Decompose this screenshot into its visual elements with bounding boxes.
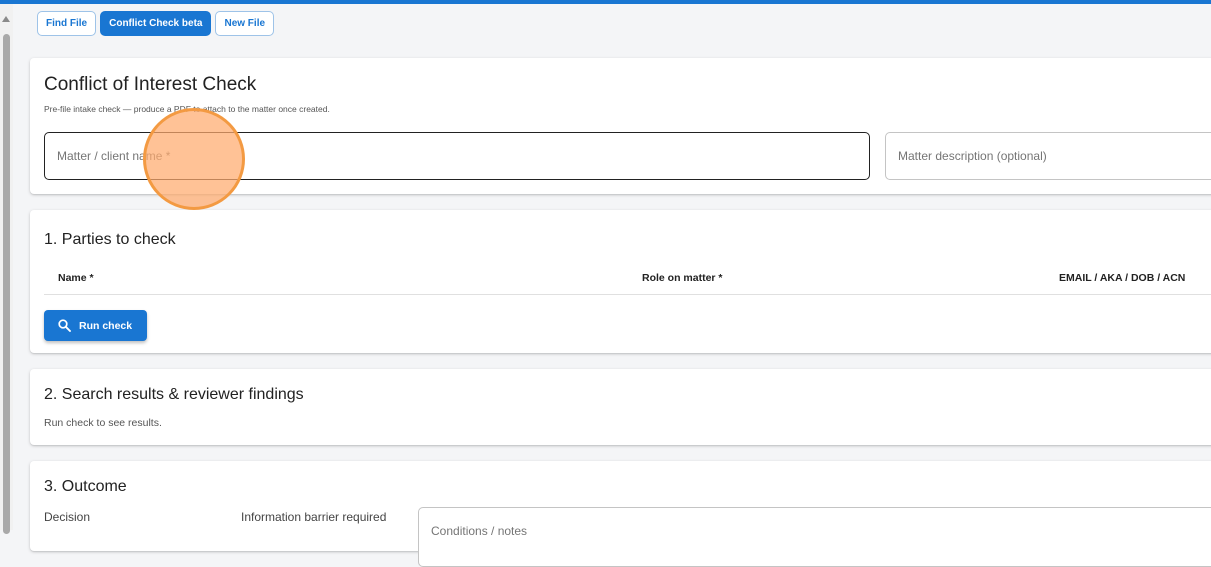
file-tabs: Find File Conflict Check beta New File — [37, 11, 275, 36]
results-section-title: 2. Search results & reviewer findings — [44, 386, 304, 403]
page-subtitle: Pre-file intake check — produce a PDF to… — [44, 104, 330, 114]
scroll-up-arrow-icon[interactable] — [2, 16, 10, 22]
matter-client-name-placeholder: Matter / client name * — [57, 149, 171, 163]
conflict-check-card: Conflict of Interest Check Pre-file inta… — [30, 58, 1211, 194]
scrollbar[interactable] — [0, 4, 13, 534]
scrollbar-thumb[interactable] — [3, 34, 10, 534]
results-empty-text: Run check to see results. — [44, 417, 162, 429]
parties-section-title: 1. Parties to check — [44, 231, 176, 248]
conditions-notes-placeholder: Conditions / notes — [431, 524, 528, 538]
run-check-button[interactable]: Run check — [44, 310, 147, 341]
results-card: 2. Search results & reviewer findings Ru… — [30, 369, 1211, 445]
tab-find-file[interactable]: Find File — [37, 11, 97, 36]
tab-new-file[interactable]: New File — [215, 11, 275, 36]
search-icon — [58, 319, 71, 332]
top-accent-bar — [0, 0, 1211, 4]
matter-description-input[interactable]: Matter description (optional) — [885, 132, 1211, 180]
column-header-email-aka: EMAIL / AKA / DOB / ACN — [1059, 272, 1186, 284]
conditions-notes-input[interactable]: Conditions / notes — [418, 507, 1211, 567]
column-header-name: Name * — [58, 272, 94, 284]
outcome-card: 3. Outcome Decision Information barrier … — [30, 461, 1211, 567]
parties-card: 1. Parties to check Name * Role on matte… — [30, 210, 1211, 353]
matter-client-name-input[interactable]: Matter / client name * — [44, 132, 870, 180]
run-check-label: Run check — [79, 319, 133, 332]
information-barrier-label: Information barrier required — [241, 510, 387, 524]
matter-description-placeholder: Matter description (optional) — [898, 149, 1047, 163]
decision-label: Decision — [44, 510, 91, 524]
column-header-role: Role on matter * — [642, 272, 723, 284]
tab-conflict-check[interactable]: Conflict Check beta — [100, 11, 212, 36]
page-title: Conflict of Interest Check — [44, 74, 257, 95]
table-divider — [44, 294, 1211, 295]
outcome-section-title: 3. Outcome — [44, 478, 127, 495]
